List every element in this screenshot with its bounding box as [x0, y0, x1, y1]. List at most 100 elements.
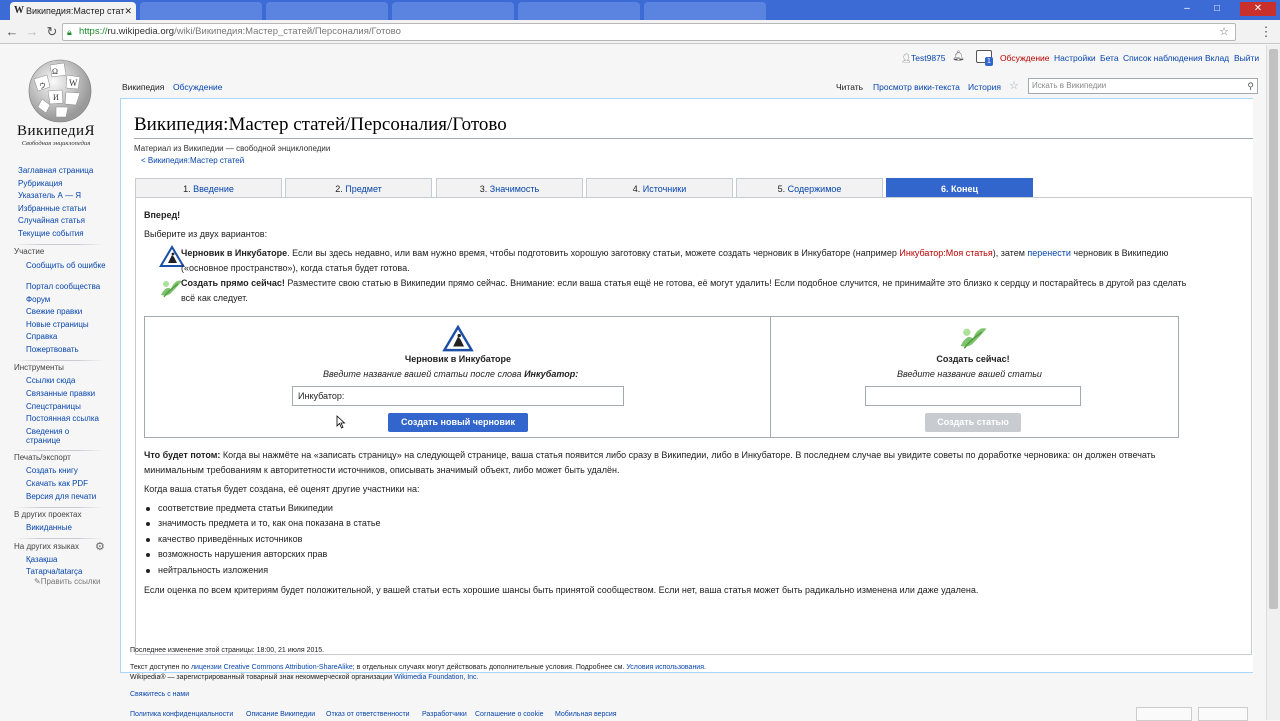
wizard-tab-content[interactable]: 5. Содержимое — [736, 178, 883, 198]
cookie-link[interactable]: Соглашение о cookie — [475, 711, 544, 718]
sidebar-link-printable[interactable]: Версия для печати — [26, 492, 96, 501]
incubator-hint-text: Введите название вашей статьи после слов… — [323, 369, 525, 379]
incubator-input-value: Инкубатор: — [298, 391, 345, 401]
sidebar-link-categories[interactable]: Рубрикация — [18, 179, 62, 188]
tab-read[interactable]: Читать — [836, 79, 863, 96]
bookmark-star-icon[interactable]: ☆ — [1219, 24, 1229, 40]
sidebar-link-new-pages[interactable]: Новые страницы — [26, 320, 89, 329]
sidebar-link-related-changes[interactable]: Связанные правки — [26, 389, 95, 398]
watch-star-icon[interactable]: ☆ — [1009, 79, 1019, 92]
wikimedia-badge[interactable] — [1136, 707, 1192, 721]
sidebar-link-help[interactable]: Справка — [26, 332, 57, 341]
sidebar-link-page-info[interactable]: Сведения о странице — [26, 427, 86, 445]
browser-tab-active[interactable]: W Википедия:Мастер стат ✕ — [10, 2, 136, 20]
preferences-link[interactable]: Настройки — [1054, 53, 1096, 63]
option1-line2: («основное пространство»), когда статья … — [181, 263, 410, 273]
sidebar-link-wikidata[interactable]: Викиданные — [26, 523, 72, 532]
sidebar-link-community-portal[interactable]: Портал сообщества — [26, 282, 100, 291]
terms-link[interactable]: Условия использования — [626, 664, 704, 671]
minimize-icon[interactable]: – — [1176, 2, 1198, 16]
mediawiki-badge[interactable] — [1198, 707, 1248, 721]
sidebar-link-permanent-link[interactable]: Постоянная ссылка — [26, 414, 99, 423]
create-article-button[interactable]: Создать статью — [925, 413, 1021, 432]
wizard-tab-notability[interactable]: 3. Значимость — [436, 178, 583, 198]
browser-tab[interactable] — [392, 2, 514, 20]
sidebar-link-index[interactable]: Указатель А — Я — [18, 191, 81, 200]
article-title-input[interactable] — [865, 386, 1081, 406]
license-text: ; в отдельных случаях могут действовать … — [352, 664, 627, 671]
sidebar-link-lang-tatar[interactable]: Татарча/tatarça — [26, 567, 82, 576]
backlink[interactable]: < Википедия:Мастер статей — [141, 156, 244, 165]
incubator-example-link[interactable]: Инкубатор:Моя статья — [899, 248, 992, 258]
sidebar-link-recent-changes[interactable]: Свежие правки — [26, 307, 82, 316]
about-link[interactable]: Описание Википедии — [246, 711, 315, 718]
sidebar-link-special-pages[interactable]: Спецстраницы — [26, 402, 81, 411]
address-bar[interactable]: 🔒︎ https://ru.wikipedia.org/wiki/Википеди… — [62, 23, 1236, 41]
wikimedia-foundation-link[interactable]: Wikimedia Foundation, Inc. — [394, 674, 478, 681]
sidebar-link-featured[interactable]: Избранные статьи — [18, 204, 86, 213]
browser-tab[interactable] — [644, 2, 766, 20]
mobile-link[interactable]: Мобильная версия — [555, 711, 617, 718]
move-link[interactable]: перенести — [1027, 248, 1071, 258]
reload-icon[interactable]: ↻ — [44, 24, 60, 40]
license-link[interactable]: лицензии Creative Commons Attribution-Sh… — [191, 664, 353, 671]
sidebar-link-lang-kazakh[interactable]: Қазақша — [26, 555, 58, 564]
sidebar-link-create-book[interactable]: Создать книгу — [26, 466, 78, 475]
user-talk-link[interactable]: Обсуждение — [1000, 53, 1050, 63]
search-icon[interactable]: ⚲ — [1247, 79, 1254, 93]
wizard-tab-end[interactable]: 6. Конец — [886, 178, 1033, 198]
privacy-link[interactable]: Политика конфиденциальности — [130, 711, 233, 718]
watchlist-link[interactable]: Список наблюдения — [1123, 53, 1202, 63]
wizard-tab-sources[interactable]: 4. Источники — [586, 178, 733, 198]
sidebar-link-forum[interactable]: Форум — [26, 295, 50, 304]
contributions-link[interactable]: Вклад — [1205, 53, 1229, 63]
disclaimer-link[interactable]: Отказ от ответственности — [326, 711, 410, 718]
browser-tab[interactable] — [140, 2, 262, 20]
tab-close-icon[interactable]: ✕ — [124, 2, 132, 20]
page-scrollbar[interactable] — [1266, 45, 1280, 720]
browser-tab[interactable] — [518, 2, 640, 20]
edit-links-label: Править ссылки — [40, 577, 101, 586]
incubator-title-input[interactable]: Инкубатор: — [292, 386, 624, 406]
tab-view-source[interactable]: Просмотр вики-текста — [873, 79, 960, 96]
wizard-panel: Вперед! Выберите из двух вариантов: Черн… — [135, 197, 1252, 655]
beta-link[interactable]: Бета — [1100, 53, 1119, 63]
window-close-icon[interactable]: ✕ — [1240, 2, 1276, 16]
sidebar-link-current-events[interactable]: Текущие события — [18, 229, 84, 238]
wikipedia-globe-logo[interactable]: Ω W И ウ — [20, 55, 98, 127]
trademark-text: Wikipedia® — зарегистрированный товарный… — [130, 674, 395, 681]
sidebar-link-main-page[interactable]: Заглавная страница — [18, 166, 93, 175]
maximize-icon[interactable]: □ — [1206, 2, 1228, 16]
create-draft-button[interactable]: Создать новый черновик — [388, 413, 528, 432]
criteria-item: качество приведённых источников — [158, 534, 303, 544]
bullet — [146, 522, 150, 526]
sidebar-link-donate[interactable]: Пожертвовать — [26, 345, 79, 354]
edit-links[interactable]: ✎Править ссылки — [34, 577, 101, 586]
forward-arrow-icon[interactable]: → — [24, 24, 40, 40]
user-page-link[interactable]: Test9875 — [911, 53, 946, 63]
scrollbar-thumb[interactable] — [1269, 49, 1278, 609]
search-input[interactable]: Искать в Википедии ⚲ — [1028, 78, 1258, 94]
sidebar-link-what-links-here[interactable]: Ссылки сюда — [26, 376, 75, 385]
developers-link[interactable]: Разработчики — [422, 711, 467, 718]
alerts-bell-icon[interactable]: 🔔︎ — [952, 51, 965, 62]
wizard-tab-subject[interactable]: 2. Предмет — [285, 178, 432, 198]
tab-project-page[interactable]: Википедия — [122, 79, 164, 96]
wizard-tab-label: Значимость — [489, 184, 540, 194]
sidebar-link-download-pdf[interactable]: Скачать как PDF — [26, 479, 88, 488]
wizard-tab-intro[interactable]: 1. Введение — [135, 178, 282, 198]
menu-icon[interactable]: ⋮ — [1258, 24, 1274, 40]
browser-tab[interactable] — [266, 2, 388, 20]
criteria-item: значимость предмета и то, как она показа… — [158, 518, 381, 528]
wikipedia-wordmark[interactable]: ВикипедиЯ — [8, 123, 104, 140]
sidebar-link-random[interactable]: Случайная статья — [18, 216, 85, 225]
sidebar-link-report-error[interactable]: Сообщить об ошибке — [26, 261, 106, 270]
tab-history[interactable]: История — [968, 79, 1001, 96]
logout-link[interactable]: Выйти — [1234, 53, 1259, 63]
language-settings-gear-icon[interactable]: ⚙ — [95, 540, 105, 553]
browser-tabstrip: W Википедия:Мастер стат ✕ – □ ✕ — [0, 0, 1280, 20]
back-arrow-icon[interactable]: ← — [4, 24, 20, 40]
tab-discussion[interactable]: Обсуждение — [173, 79, 223, 96]
wizard-tab-label: Конец — [951, 184, 978, 194]
contact-link[interactable]: Свяжитесь с нами — [130, 691, 189, 698]
